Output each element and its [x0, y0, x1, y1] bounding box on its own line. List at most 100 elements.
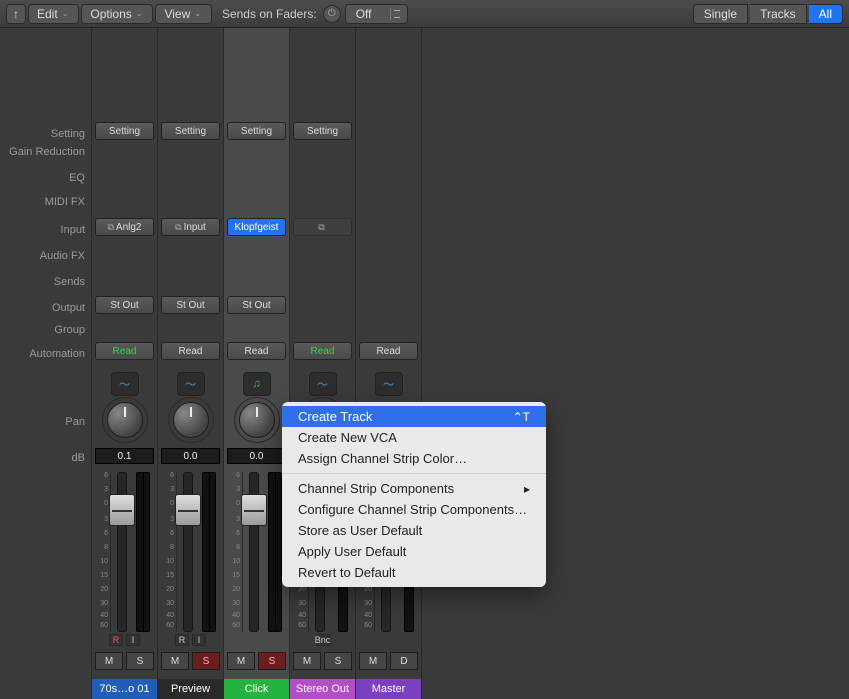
automation-mode[interactable]: Read: [95, 342, 154, 360]
channel-name[interactable]: 70s…o 01: [92, 679, 157, 699]
menu-configure[interactable]: Configure Channel Strip Components…: [282, 499, 546, 520]
view-menu[interactable]: View ⌄: [155, 4, 212, 24]
level-meter: [136, 472, 150, 632]
output-slot[interactable]: St Out: [95, 296, 154, 314]
channel-strip-preview[interactable]: Setting ⧉Input St Out Read 〜 0.0 6303681…: [158, 28, 224, 699]
db-readout[interactable]: 0.0: [227, 448, 286, 464]
setting-button[interactable]: Setting: [293, 122, 352, 140]
mute-button[interactable]: M: [161, 652, 189, 670]
ri-i[interactable]: I: [192, 634, 206, 646]
channel-strip-master[interactable]: Read 〜 630368101520304060 MDMaster: [356, 28, 422, 699]
input-slot[interactable]: Klopfgeist: [227, 218, 286, 236]
fader-cap[interactable]: [175, 494, 201, 526]
channel-name[interactable]: Stereo Out: [290, 679, 355, 699]
filter-single[interactable]: Single: [693, 4, 748, 24]
label-eq: EQ: [69, 172, 85, 184]
menu-store-default[interactable]: Store as User Default: [282, 520, 546, 541]
automation-mode[interactable]: Read: [161, 342, 220, 360]
fader-cap[interactable]: [109, 494, 135, 526]
ri-r[interactable]: R: [109, 634, 123, 646]
pan-knob[interactable]: [239, 402, 275, 438]
channel-name[interactable]: Click: [224, 679, 289, 699]
context-menu: Create Track ⌃T Create New VCA Assign Ch…: [282, 402, 546, 587]
sends-on-faders-label: Sends on Faders:: [222, 7, 317, 21]
ri-bnc[interactable]: Bnc: [316, 634, 330, 646]
menu-apply-default[interactable]: Apply User Default: [282, 541, 546, 562]
ri-row: RI: [161, 634, 220, 648]
link-up-button[interactable]: ↑: [6, 4, 26, 24]
pan-knob[interactable]: [107, 402, 143, 438]
fader-cap[interactable]: [241, 494, 267, 526]
menu-create-vca[interactable]: Create New VCA: [282, 427, 546, 448]
solo-button[interactable]: S: [126, 652, 154, 670]
wave-icon[interactable]: 〜: [309, 372, 337, 396]
setting-button[interactable]: Setting: [227, 122, 286, 140]
solo-button[interactable]: S: [192, 652, 220, 670]
solo-button[interactable]: S: [324, 652, 352, 670]
input-slot[interactable]: ⧉Input: [161, 218, 220, 236]
menu-create-track-label: Create Track: [298, 409, 372, 424]
options-label: Options: [90, 7, 131, 21]
ri-row: RI: [95, 634, 154, 648]
input-slot[interactable]: ⧉: [293, 218, 352, 236]
menu-components[interactable]: Channel Strip Components ▸: [282, 478, 546, 499]
menu-revert-default[interactable]: Revert to Default: [282, 562, 546, 583]
channel-strip-70s-o-01[interactable]: Setting ⧉Anlg2 St Out Read 〜 0.1 6303681…: [92, 28, 158, 699]
input-slot[interactable]: ⧉Anlg2: [95, 218, 154, 236]
fader-area: 630368101520304060: [95, 472, 154, 632]
note-icon[interactable]: ♫: [243, 372, 271, 396]
db-readout[interactable]: 0.0: [161, 448, 220, 464]
label-input: Input: [61, 224, 85, 236]
setting-button[interactable]: Setting: [95, 122, 154, 140]
pan-knob[interactable]: [173, 402, 209, 438]
ri-i[interactable]: I: [126, 634, 140, 646]
chevron-down-icon: ⌄: [194, 9, 201, 18]
mute-button[interactable]: M: [227, 652, 255, 670]
up-arrow-icon: ↑: [13, 7, 19, 21]
label-group: Group: [54, 324, 85, 336]
stereo-icon: ⧉: [175, 222, 181, 233]
chevron-right-icon: ▸: [524, 482, 530, 496]
wave-icon[interactable]: 〜: [375, 372, 403, 396]
setting-button[interactable]: Setting: [161, 122, 220, 140]
sends-power-button[interactable]: ⏻: [323, 5, 341, 23]
chevron-down-icon: ⌄: [62, 9, 69, 18]
menu-assign-color[interactable]: Assign Channel Strip Color…: [282, 448, 546, 469]
menu-create-track[interactable]: Create Track ⌃T: [282, 406, 546, 427]
automation-mode[interactable]: Read: [293, 342, 352, 360]
label-gain-red: Gain Reduction: [9, 146, 85, 158]
channel-strip-stereo-out[interactable]: Setting ⧉ Read 〜 -3.0 630368101520304060…: [290, 28, 356, 699]
ms-row: MS: [293, 652, 352, 670]
menu-separator: [282, 473, 546, 474]
mute-button[interactable]: M: [95, 652, 123, 670]
channel-name[interactable]: Preview: [158, 679, 223, 699]
level-meter: [268, 472, 282, 632]
output-slot[interactable]: St Out: [161, 296, 220, 314]
label-auto: Automation: [29, 348, 85, 360]
wave-icon[interactable]: 〜: [111, 372, 139, 396]
label-sends: Sends: [54, 276, 85, 288]
d-button[interactable]: D: [390, 652, 418, 670]
chevron-down-icon: ⌄: [136, 9, 143, 18]
filter-tracks[interactable]: Tracks: [750, 4, 807, 24]
wave-icon[interactable]: 〜: [177, 372, 205, 396]
output-slot[interactable]: St Out: [227, 296, 286, 314]
channel-name[interactable]: Master: [356, 679, 421, 699]
options-menu[interactable]: Options ⌄: [81, 4, 153, 24]
mixer-empty-space: [422, 28, 849, 699]
db-readout[interactable]: 0.1: [95, 448, 154, 464]
solo-button[interactable]: S: [258, 652, 286, 670]
label-setting: Setting: [51, 128, 85, 140]
menu-store-default-label: Store as User Default: [298, 523, 422, 538]
automation-mode[interactable]: Read: [227, 342, 286, 360]
mute-button[interactable]: M: [359, 652, 387, 670]
automation-mode[interactable]: Read: [359, 342, 418, 360]
mute-button[interactable]: M: [293, 652, 321, 670]
menu-revert-default-label: Revert to Default: [298, 565, 396, 580]
stereo-icon: ⧉: [318, 222, 324, 233]
sends-select[interactable]: Off: [345, 4, 409, 24]
ri-r[interactable]: R: [175, 634, 189, 646]
edit-menu[interactable]: Edit ⌄: [28, 4, 79, 24]
channel-strip-click[interactable]: Setting Klopfgeist St Out Read ♫ 0.0 630…: [224, 28, 290, 699]
filter-all[interactable]: All: [809, 4, 843, 24]
